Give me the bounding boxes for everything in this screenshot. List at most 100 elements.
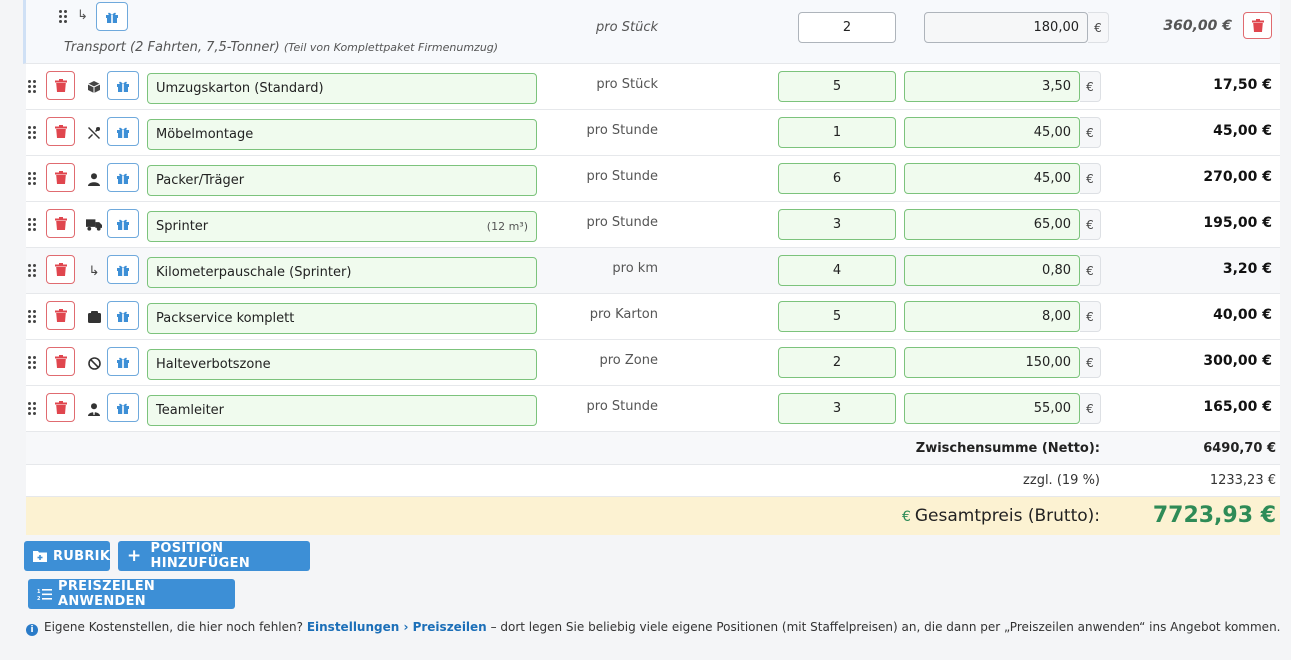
table-row: Umzugskarton (Standard) pro Stück 5 3,50 €17… bbox=[26, 64, 1280, 110]
gift-button[interactable] bbox=[96, 2, 128, 31]
quantity-input[interactable]: 5 bbox=[778, 301, 896, 332]
line-total: 40,00 € bbox=[1213, 307, 1272, 323]
unit-label: pro Stück bbox=[596, 77, 658, 92]
currency-addon: € bbox=[1080, 347, 1101, 378]
price-input[interactable]: 8,00 bbox=[904, 301, 1080, 332]
euro-icon: € bbox=[901, 509, 911, 525]
quantity-input[interactable]: 6 bbox=[778, 163, 896, 194]
table-row: Sprinter (12 m³) pro Stunde 3 65,00 €195,00 € bbox=[26, 202, 1280, 248]
quantity-input[interactable]: 2 bbox=[778, 347, 896, 378]
delete-button[interactable] bbox=[46, 163, 75, 192]
price-input[interactable]: 45,00 bbox=[904, 117, 1080, 148]
sub-item-row: ↳ Transport (2 Fahrten, 7,5-Tonner) (Tei… bbox=[23, 0, 1280, 64]
drag-handle-icon[interactable] bbox=[28, 218, 38, 231]
ordered-list-icon: 12 bbox=[37, 588, 52, 601]
drag-handle-icon[interactable] bbox=[28, 356, 38, 369]
sub-arrow-icon: ↳ bbox=[77, 8, 88, 23]
position-name-input[interactable]: Teamleiter bbox=[147, 395, 537, 426]
unit-label: pro km bbox=[612, 261, 658, 276]
delete-button[interactable] bbox=[46, 347, 75, 376]
gift-button[interactable] bbox=[107, 163, 139, 192]
info-icon: i bbox=[26, 624, 38, 636]
delete-button[interactable] bbox=[46, 71, 75, 100]
unit-label: pro Stunde bbox=[586, 169, 658, 184]
svg-text:2: 2 bbox=[37, 596, 41, 601]
delete-button[interactable] bbox=[46, 393, 75, 422]
settings-price-rows-link[interactable]: Einstellungen › Preiszeilen bbox=[307, 620, 487, 634]
price-input[interactable]: 45,00 bbox=[904, 163, 1080, 194]
sub-item-description: Transport (2 Fahrten, 7,5-Tonner) (Teil … bbox=[64, 40, 499, 55]
line-total: 195,00 € bbox=[1203, 215, 1272, 231]
gift-icon bbox=[117, 219, 129, 230]
gift-button[interactable] bbox=[107, 393, 139, 422]
unit-label: pro Stunde bbox=[586, 215, 658, 230]
lead-person-icon bbox=[86, 401, 102, 417]
add-rubrik-button[interactable]: RUBRIK bbox=[24, 541, 110, 571]
gift-button[interactable] bbox=[107, 209, 139, 238]
quantity-input[interactable]: 4 bbox=[778, 255, 896, 286]
box-icon bbox=[86, 79, 102, 95]
line-total: 165,00 € bbox=[1203, 399, 1272, 415]
position-name-input[interactable]: Packservice komplett bbox=[147, 303, 537, 334]
drag-handle-icon[interactable] bbox=[28, 172, 38, 185]
line-total: 3,20 € bbox=[1222, 261, 1272, 277]
price-input[interactable]: 180,00 bbox=[924, 12, 1088, 43]
currency-addon: € bbox=[1080, 255, 1101, 286]
delete-button[interactable] bbox=[1243, 12, 1272, 39]
gift-button[interactable] bbox=[107, 117, 139, 146]
add-position-button[interactable]: + POSITION HINZUFÜGEN bbox=[118, 541, 310, 571]
price-input[interactable]: 65,00 bbox=[904, 209, 1080, 240]
drag-handle-icon[interactable] bbox=[28, 80, 38, 93]
sub-arrow-icon: ↳ bbox=[88, 263, 100, 279]
drag-handle-icon[interactable] bbox=[59, 10, 69, 23]
delete-button[interactable] bbox=[46, 117, 75, 146]
position-name-input[interactable]: Halteverbotszone bbox=[147, 349, 537, 380]
trash-icon bbox=[54, 171, 67, 184]
drag-handle-icon[interactable] bbox=[28, 264, 38, 277]
quantity-input[interactable]: 5 bbox=[778, 71, 896, 102]
gift-button[interactable] bbox=[107, 255, 139, 284]
apply-price-rows-button[interactable]: 12 PREISZEILEN ANWENDEN bbox=[28, 579, 235, 609]
gift-button[interactable] bbox=[107, 347, 139, 376]
quantity-input[interactable]: 1 bbox=[778, 117, 896, 148]
position-name-input[interactable]: Möbelmontage bbox=[147, 119, 537, 150]
table-row: Halteverbotszone pro Zone 2 150,00 €300,00 € bbox=[26, 340, 1280, 386]
unit-label: pro Stück bbox=[596, 20, 658, 35]
delete-button[interactable] bbox=[46, 209, 75, 238]
quantity-input[interactable]: 2 bbox=[798, 12, 896, 43]
position-name-input[interactable]: Sprinter (12 m³) bbox=[147, 211, 537, 242]
drag-handle-icon[interactable] bbox=[28, 402, 38, 415]
drag-handle-icon[interactable] bbox=[28, 310, 38, 323]
trash-icon bbox=[54, 401, 67, 414]
person-icon bbox=[86, 171, 102, 187]
position-name-input[interactable]: Kilometerpauschale (Sprinter) bbox=[147, 257, 537, 288]
table-row: Packservice komplett pro Karton 5 8,00 €40,0… bbox=[26, 294, 1280, 340]
tools-icon bbox=[86, 125, 102, 141]
gift-button[interactable] bbox=[107, 301, 139, 330]
currency-addon: € bbox=[1080, 71, 1101, 102]
quote-editor: ↳ Transport (2 Fahrten, 7,5-Tonner) (Tei… bbox=[0, 0, 1291, 660]
gift-icon bbox=[117, 173, 129, 184]
position-name-input[interactable]: Packer/Träger bbox=[147, 165, 537, 196]
table-row: Packer/Träger pro Stunde 6 45,00 €270,00 € bbox=[26, 156, 1280, 202]
currency-addon: € bbox=[1080, 117, 1101, 148]
table-row: Möbelmontage pro Stunde 1 45,00 €45,00 € bbox=[26, 110, 1280, 156]
quantity-input[interactable]: 3 bbox=[778, 209, 896, 240]
unit-label: pro Zone bbox=[599, 353, 659, 368]
quantity-input[interactable]: 3 bbox=[778, 393, 896, 424]
price-input[interactable]: 0,80 bbox=[904, 255, 1080, 286]
positions-table: ↳ Transport (2 Fahrten, 7,5-Tonner) (Tei… bbox=[23, 0, 1280, 535]
gift-button[interactable] bbox=[107, 71, 139, 100]
grand-total-label: € Gesamtpreis (Brutto): bbox=[901, 506, 1100, 526]
subtotal-row: Zwischensumme (Netto): 6490,70 € bbox=[26, 432, 1280, 465]
currency-addon: € bbox=[1080, 393, 1101, 424]
position-name-input[interactable]: Umzugskarton (Standard) bbox=[147, 73, 537, 104]
drag-handle-icon[interactable] bbox=[28, 126, 38, 139]
price-input[interactable]: 150,00 bbox=[904, 347, 1080, 378]
price-input[interactable]: 3,50 bbox=[904, 71, 1080, 102]
delete-button[interactable] bbox=[46, 255, 75, 284]
delete-button[interactable] bbox=[46, 301, 75, 330]
unit-label: pro Stunde bbox=[586, 399, 658, 414]
line-total: 17,50 € bbox=[1213, 77, 1272, 93]
price-input[interactable]: 55,00 bbox=[904, 393, 1080, 424]
